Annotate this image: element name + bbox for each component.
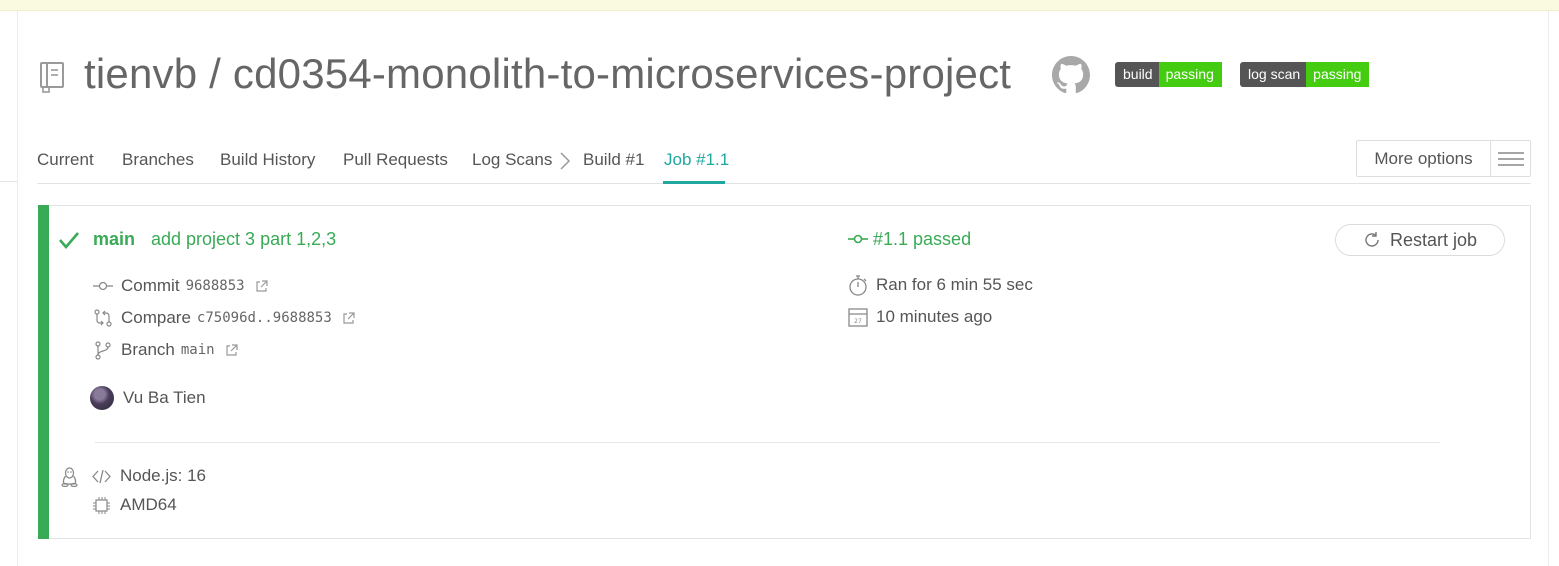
github-icon[interactable] <box>1052 56 1090 94</box>
more-options-label: More options <box>1357 141 1491 176</box>
arch-row: AMD64 <box>92 494 177 516</box>
badge-value: passing <box>1306 62 1370 87</box>
arch-value: AMD64 <box>120 495 177 514</box>
restart-icon <box>1365 232 1379 247</box>
repo-tabs: Current Branches Build History Pull Requ… <box>37 148 1531 184</box>
tab-pull-requests[interactable]: Pull Requests <box>343 148 448 172</box>
branch-label: Branch <box>121 340 175 359</box>
duration-text: Ran for 6 min 55 sec <box>876 275 1033 294</box>
tab-current[interactable]: Current <box>37 148 94 172</box>
branch-value: main <box>180 342 215 358</box>
author-name: Vu Ba Tien <box>123 388 206 407</box>
compare-range: c75096d..9688853 <box>196 310 332 326</box>
chevron-right-icon <box>560 152 571 170</box>
external-link-icon <box>255 279 268 292</box>
commit-message: add project 3 part 1,2,3 <box>151 229 337 249</box>
finished-text: 10 minutes ago <box>876 307 993 326</box>
repo-title[interactable]: tienvb / cd0354-monolith-to-microservice… <box>84 46 1011 102</box>
tab-job-1-1[interactable]: Job #1.1 <box>664 148 729 172</box>
stopwatch-icon <box>849 275 867 296</box>
repo-icon <box>40 62 64 93</box>
compare-icon <box>94 309 112 327</box>
tab-build-history[interactable]: Build History <box>220 148 315 172</box>
section-divider <box>95 442 1440 443</box>
left-border <box>17 11 18 566</box>
right-border <box>1548 11 1549 566</box>
commit-icon <box>848 234 868 244</box>
cpu-icon <box>93 496 110 514</box>
top-banner-strip <box>0 0 1559 11</box>
badge-key: build <box>1115 62 1159 87</box>
tab-build-1[interactable]: Build #1 <box>583 148 644 172</box>
compare-row[interactable]: Compare c75096d..9688853 <box>93 306 355 330</box>
external-link-icon <box>343 311 355 324</box>
job-branch-name[interactable]: main <box>93 227 135 251</box>
branch-row[interactable]: Branch main <box>93 338 238 362</box>
badge-key: log scan <box>1240 62 1307 87</box>
job-summary-panel <box>38 205 1531 539</box>
compare-label: Compare <box>121 308 191 327</box>
check-icon <box>59 232 79 249</box>
tab-branches[interactable]: Branches <box>122 148 194 172</box>
left-divider-tick <box>0 181 17 182</box>
more-options-button[interactable]: More options <box>1356 140 1531 177</box>
status-bar <box>38 205 49 539</box>
svg-text:27: 27 <box>854 318 862 325</box>
language-row: Node.js: 16 <box>92 465 206 487</box>
build-status-badge[interactable]: build passing <box>1115 62 1227 87</box>
finished-row: 27 10 minutes ago <box>847 305 992 329</box>
language-value: Node.js: 16 <box>120 466 206 485</box>
tab-log-scans[interactable]: Log Scans <box>472 148 552 172</box>
commit-row[interactable]: Commit 9688853 <box>93 274 268 298</box>
code-icon <box>92 469 111 483</box>
job-status-text: #1.1 passed <box>873 229 972 249</box>
menu-icon <box>1491 141 1530 176</box>
restart-job-button[interactable]: Restart job <box>1335 224 1505 256</box>
commit-label: Commit <box>121 276 180 295</box>
active-tab-indicator <box>663 181 725 184</box>
restart-job-label: Restart job <box>1389 229 1478 250</box>
linux-icon <box>61 467 78 487</box>
branch-icon <box>95 341 111 360</box>
calendar-icon: 27 <box>848 308 868 327</box>
avatar <box>90 386 114 410</box>
commit-icon <box>93 281 113 291</box>
duration-row: Ran for 6 min 55 sec <box>847 273 1033 297</box>
log-scan-badge[interactable]: log scan passing <box>1240 62 1377 87</box>
external-link-icon <box>225 343 238 356</box>
badge-value: passing <box>1158 62 1222 87</box>
job-status: #1.1 passed <box>848 227 971 251</box>
commit-sha: 9688853 <box>185 278 245 294</box>
